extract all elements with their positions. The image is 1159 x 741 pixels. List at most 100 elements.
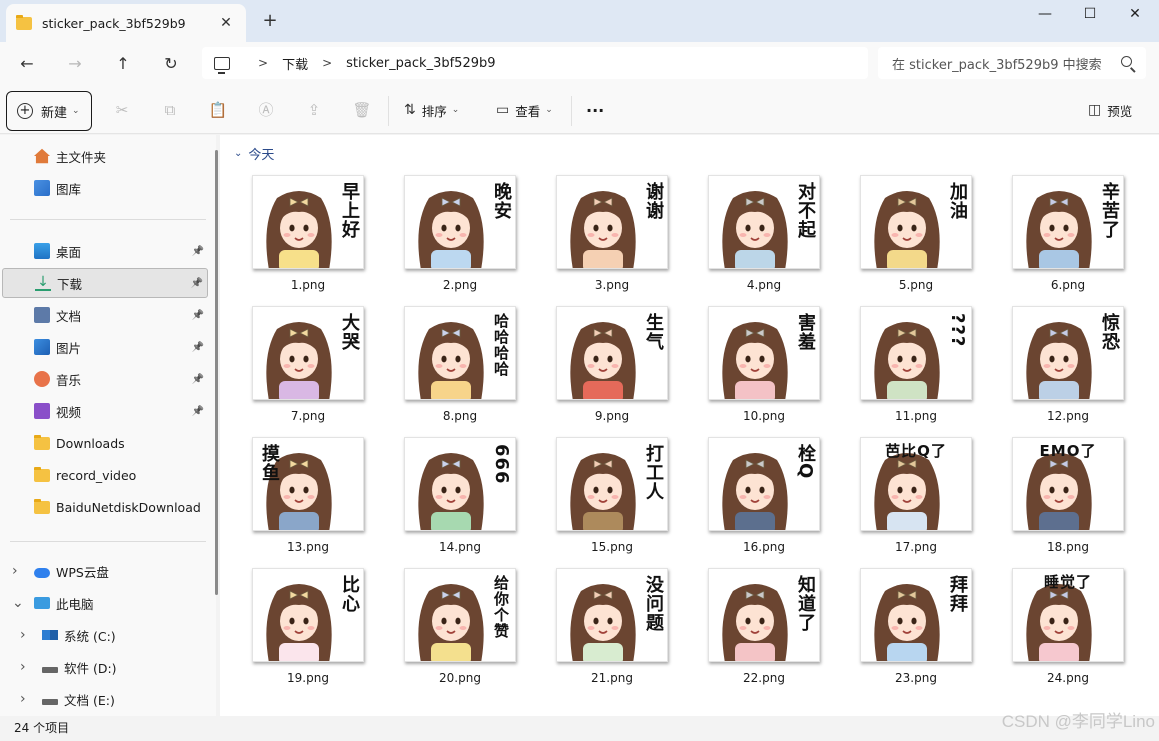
file-thumbnail[interactable]: 知道了 (708, 568, 820, 662)
file-thumbnail[interactable]: 加油 (860, 175, 972, 269)
sidebar-scrollbar[interactable] (215, 150, 218, 595)
file-thumbnail[interactable]: 拜拜 (860, 568, 972, 662)
sidebar-item[interactable]: ⌄ 此电脑 (2, 588, 208, 618)
new-tab-button[interactable]: + (258, 10, 282, 34)
file-tile[interactable]: 惊恐 12.png (1009, 303, 1127, 431)
sort-button[interactable]: ⇅ 排序 ⌄ (404, 99, 459, 121)
sidebar-item[interactable]: record_video (2, 460, 208, 490)
file-name: 4.png (746, 278, 782, 292)
file-tile[interactable]: 芭比Q了 17.png (857, 434, 975, 562)
search-input[interactable]: 在 sticker_pack_3bf529b9 中搜索 (878, 47, 1146, 79)
file-thumbnail[interactable]: 哈哈哈哈 (404, 306, 516, 400)
file-tile[interactable]: 谢谢 3.png (553, 172, 671, 300)
delete-icon[interactable]: 🗑 (351, 99, 373, 121)
file-tile[interactable]: 晚安 2.png (401, 172, 519, 300)
file-thumbnail[interactable]: 害羞 (708, 306, 820, 400)
maximize-button[interactable]: ☐ (1067, 0, 1113, 30)
file-thumbnail[interactable]: 大哭 (252, 306, 364, 400)
file-thumbnail[interactable]: 对不起 (708, 175, 820, 269)
file-thumbnail[interactable]: 打工人 (556, 437, 668, 531)
file-thumbnail[interactable]: 给你个赞 (404, 568, 516, 662)
breadcrumb-sticker-pack[interactable]: sticker_pack_3bf529b9 (346, 56, 495, 71)
forward-button[interactable]: → (59, 50, 91, 78)
file-tile[interactable]: 栓Q 16.png (705, 434, 823, 562)
sidebar-item[interactable]: 桌面 📌 (2, 236, 208, 266)
file-tile[interactable]: 早上好 1.png (249, 172, 367, 300)
sidebar-item[interactable]: › 文档 (E:) (2, 684, 208, 714)
minimize-button[interactable]: — (1022, 0, 1068, 30)
sidebar-item[interactable]: ↓ 下载 📌 (2, 268, 208, 298)
file-thumbnail[interactable]: 芭比Q了 (860, 437, 972, 531)
file-thumbnail[interactable]: ??? (860, 306, 972, 400)
back-button[interactable]: ← (11, 50, 43, 78)
tab-close-icon[interactable]: ✕ (216, 15, 236, 31)
file-tile[interactable]: 大哭 7.png (249, 303, 367, 431)
more-options-button[interactable]: ··· (586, 99, 604, 121)
file-thumbnail[interactable]: 比心 (252, 568, 364, 662)
file-thumbnail[interactable]: 666 (404, 437, 516, 531)
chevron-right-icon[interactable]: › (20, 691, 26, 707)
refresh-button[interactable]: ↻ (155, 50, 187, 78)
chevron-down-icon[interactable]: ⌄ (12, 595, 24, 611)
file-thumbnail[interactable]: EMO了 (1012, 437, 1124, 531)
file-tile[interactable]: 加油 5.png (857, 172, 975, 300)
file-thumbnail[interactable]: 晚安 (404, 175, 516, 269)
file-tile[interactable]: 拜拜 23.png (857, 565, 975, 693)
address-bar[interactable]: > 下载 > sticker_pack_3bf529b9 (202, 47, 868, 79)
chevron-right-icon[interactable]: › (12, 563, 18, 579)
sidebar-item[interactable]: 图库 (2, 173, 208, 203)
file-thumbnail[interactable]: 没问题 (556, 568, 668, 662)
tab-sticker-pack[interactable]: sticker_pack_3bf529b9 ✕ (6, 4, 246, 42)
file-tile[interactable]: 睡觉了 24.png (1009, 565, 1127, 693)
sidebar-item[interactable]: › 软件 (D:) (2, 652, 208, 682)
file-tile[interactable]: 666 14.png (401, 434, 519, 562)
sidebar-item[interactable]: › 系统 (C:) (2, 620, 208, 650)
sidebar-item[interactable]: BaiduNetdiskDownload (2, 492, 208, 522)
rename-icon[interactable]: Ⓐ (255, 99, 277, 121)
file-thumbnail[interactable]: 辛苦了 (1012, 175, 1124, 269)
file-tile[interactable]: 打工人 15.png (553, 434, 671, 562)
file-tile[interactable]: 辛苦了 6.png (1009, 172, 1127, 300)
file-tile[interactable]: ??? 11.png (857, 303, 975, 431)
sidebar-item[interactable]: 图片 📌 (2, 332, 208, 362)
breadcrumb-downloads[interactable]: 下载 (282, 54, 308, 73)
file-thumbnail[interactable]: 谢谢 (556, 175, 668, 269)
file-tile[interactable]: 生气 9.png (553, 303, 671, 431)
file-thumbnail[interactable]: 摸鱼 (252, 437, 364, 531)
title-bar: sticker_pack_3bf529b9 ✕ + — ☐ ✕ (0, 0, 1159, 42)
share-icon[interactable]: ⇪ (303, 99, 325, 121)
sidebar-item[interactable]: 文档 📌 (2, 300, 208, 330)
document-icon (34, 307, 50, 323)
sidebar-item[interactable]: › WPS云盘 (2, 556, 208, 586)
sidebar-item[interactable]: Downloads (2, 428, 208, 458)
file-tile[interactable]: 没问题 21.png (553, 565, 671, 693)
file-thumbnail[interactable]: 惊恐 (1012, 306, 1124, 400)
file-tile[interactable]: EMO了 18.png (1009, 434, 1127, 562)
file-tile[interactable]: 害羞 10.png (705, 303, 823, 431)
cut-icon[interactable]: ✂ (111, 99, 133, 121)
file-tile[interactable]: 给你个赞 20.png (401, 565, 519, 693)
paste-icon[interactable]: 📋 (207, 99, 229, 121)
view-button[interactable]: ▭ 查看 ⌄ (496, 99, 553, 121)
copy-icon[interactable]: ⧉ (159, 99, 181, 121)
file-tile[interactable]: 知道了 22.png (705, 565, 823, 693)
sidebar-item[interactable]: 音乐 📌 (2, 364, 208, 394)
close-button[interactable]: ✕ (1112, 0, 1158, 30)
file-tile[interactable]: 哈哈哈哈 8.png (401, 303, 519, 431)
preview-pane-button[interactable]: ◫ 预览 (1088, 99, 1132, 121)
sidebar-item[interactable]: 主文件夹 (2, 141, 208, 171)
chevron-right-icon[interactable]: › (20, 659, 26, 675)
file-thumbnail[interactable]: 睡觉了 (1012, 568, 1124, 662)
group-header-today[interactable]: ⌄ 今天 (234, 144, 274, 163)
sidebar-item[interactable]: 视频 📌 (2, 396, 208, 426)
file-tile[interactable]: 摸鱼 13.png (249, 434, 367, 562)
file-thumbnail[interactable]: 生气 (556, 306, 668, 400)
up-button[interactable]: ↑ (107, 50, 139, 78)
file-tile[interactable]: 对不起 4.png (705, 172, 823, 300)
sidebar-item-label: 图片 (56, 340, 82, 356)
new-button[interactable]: + 新建 ⌄ (6, 91, 92, 131)
file-thumbnail[interactable]: 栓Q (708, 437, 820, 531)
chevron-right-icon[interactable]: › (20, 627, 26, 643)
file-thumbnail[interactable]: 早上好 (252, 175, 364, 269)
file-tile[interactable]: 比心 19.png (249, 565, 367, 693)
